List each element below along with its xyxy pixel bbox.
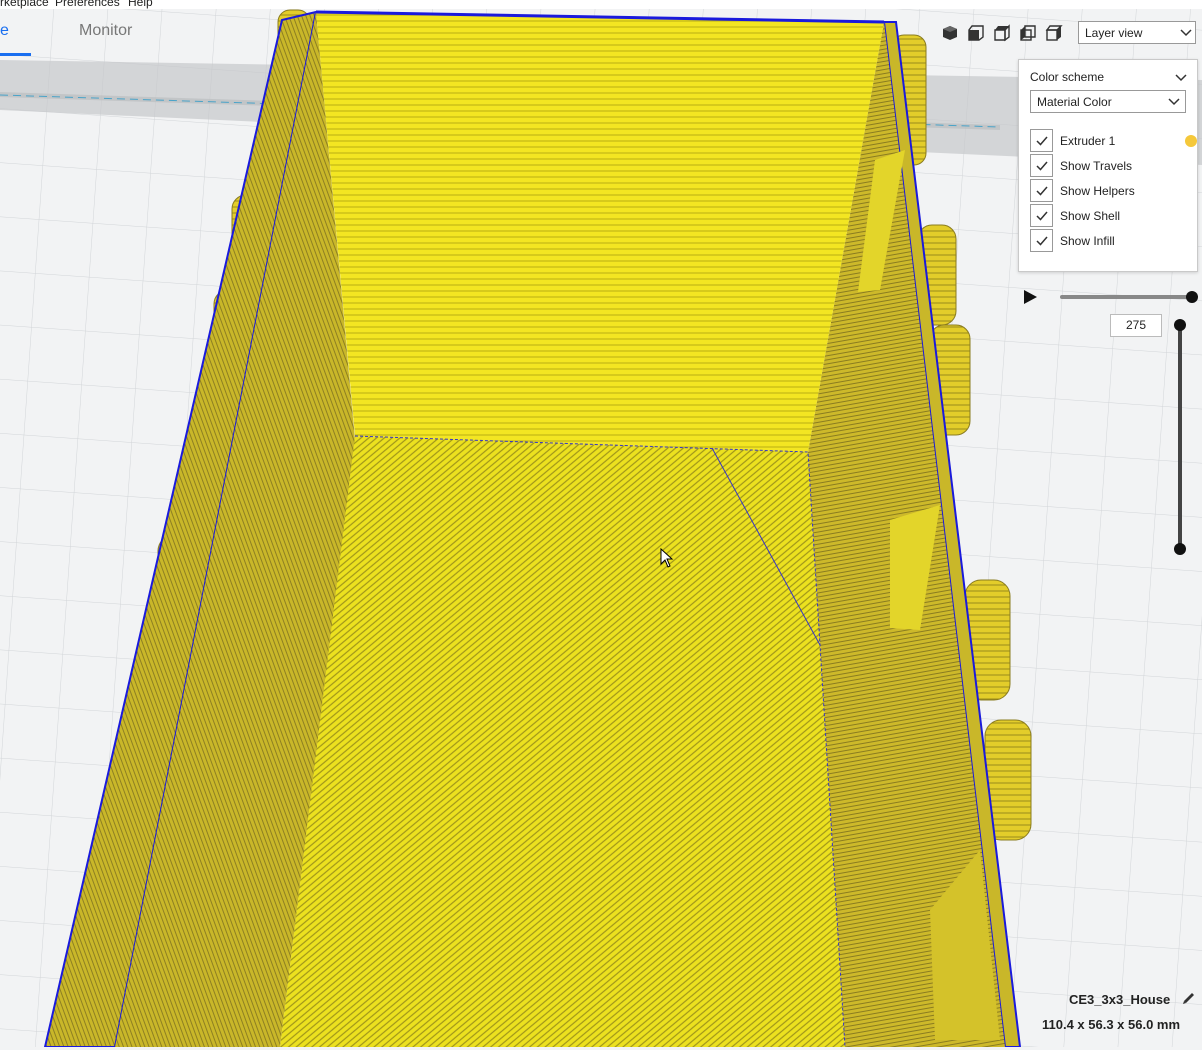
checkbox[interactable] bbox=[1030, 154, 1053, 177]
chevron-down-icon bbox=[1168, 98, 1180, 106]
collapse-chevron-icon[interactable] bbox=[1175, 74, 1187, 82]
extruder-1-checkbox[interactable]: Extruder 1 bbox=[1030, 129, 1197, 153]
front-view-icon[interactable] bbox=[967, 24, 985, 42]
tab-monitor[interactable]: Monitor bbox=[79, 22, 132, 40]
checkmark-icon bbox=[1036, 211, 1048, 221]
color-scheme-value: Material Color bbox=[1037, 95, 1112, 109]
checkbox-label: Extruder 1 bbox=[1060, 134, 1116, 148]
checkbox[interactable] bbox=[1030, 229, 1053, 252]
chevron-down-icon bbox=[1180, 29, 1192, 37]
menu-item-preferences[interactable]: Preferences bbox=[55, 0, 120, 9]
layer-slider-lower-handle[interactable] bbox=[1174, 543, 1186, 555]
view-mode-select[interactable]: Layer view bbox=[1078, 21, 1196, 44]
checkbox[interactable] bbox=[1030, 179, 1053, 202]
path-slider-track[interactable] bbox=[1060, 295, 1192, 299]
menu-item-help[interactable]: Help bbox=[128, 0, 153, 9]
path-slider-handle[interactable] bbox=[1186, 291, 1198, 303]
checkbox-label: Show Travels bbox=[1060, 159, 1133, 173]
checkmark-icon bbox=[1036, 136, 1048, 146]
left-view-icon[interactable] bbox=[1019, 24, 1037, 42]
layer-slider-track[interactable] bbox=[1178, 324, 1182, 549]
color-scheme-header[interactable]: Color scheme bbox=[1030, 70, 1104, 84]
show-shell-checkbox[interactable]: Show Shell bbox=[1030, 204, 1190, 228]
color-scheme-dropdown[interactable]: Material Color bbox=[1030, 90, 1186, 113]
checkmark-icon bbox=[1036, 186, 1048, 196]
play-icon[interactable] bbox=[1022, 289, 1038, 305]
mouse-cursor-icon bbox=[660, 548, 674, 568]
checkbox-label: Show Infill bbox=[1060, 234, 1115, 248]
color-scheme-panel: Color scheme Material Color Extruder 1 S… bbox=[1018, 59, 1198, 272]
view-mode-value: Layer view bbox=[1085, 26, 1143, 40]
tab-preview[interactable]: e bbox=[0, 22, 9, 40]
checkbox-label: Show Helpers bbox=[1060, 184, 1135, 198]
show-helpers-checkbox[interactable]: Show Helpers bbox=[1030, 179, 1190, 203]
checkbox-label: Show Shell bbox=[1060, 209, 1121, 223]
menu-item-marketplace[interactable]: rketplace bbox=[0, 0, 49, 9]
show-infill-checkbox[interactable]: Show Infill bbox=[1030, 229, 1190, 253]
object-name: CE3_3x3_House bbox=[1069, 992, 1171, 1007]
checkbox[interactable] bbox=[1030, 129, 1053, 152]
checkmark-icon bbox=[1036, 236, 1048, 246]
right-view-icon[interactable] bbox=[1045, 24, 1063, 42]
layer-slider-upper-handle[interactable] bbox=[1174, 319, 1186, 331]
checkmark-icon bbox=[1036, 161, 1048, 171]
top-view-icon[interactable] bbox=[993, 24, 1011, 42]
current-layer-field[interactable]: 275 bbox=[1110, 314, 1162, 337]
object-dimensions: 110.4 x 56.3 x 56.0 mm bbox=[1042, 1017, 1181, 1032]
3d-view-icon[interactable] bbox=[941, 24, 959, 42]
tab-active-indicator bbox=[0, 53, 31, 56]
show-travels-checkbox[interactable]: Show Travels bbox=[1030, 154, 1190, 178]
pencil-icon[interactable] bbox=[1181, 990, 1197, 1006]
menu-bar: rketplace Preferences Help bbox=[0, 0, 1202, 9]
extruder-color-swatch bbox=[1185, 135, 1197, 147]
checkbox[interactable] bbox=[1030, 204, 1053, 227]
